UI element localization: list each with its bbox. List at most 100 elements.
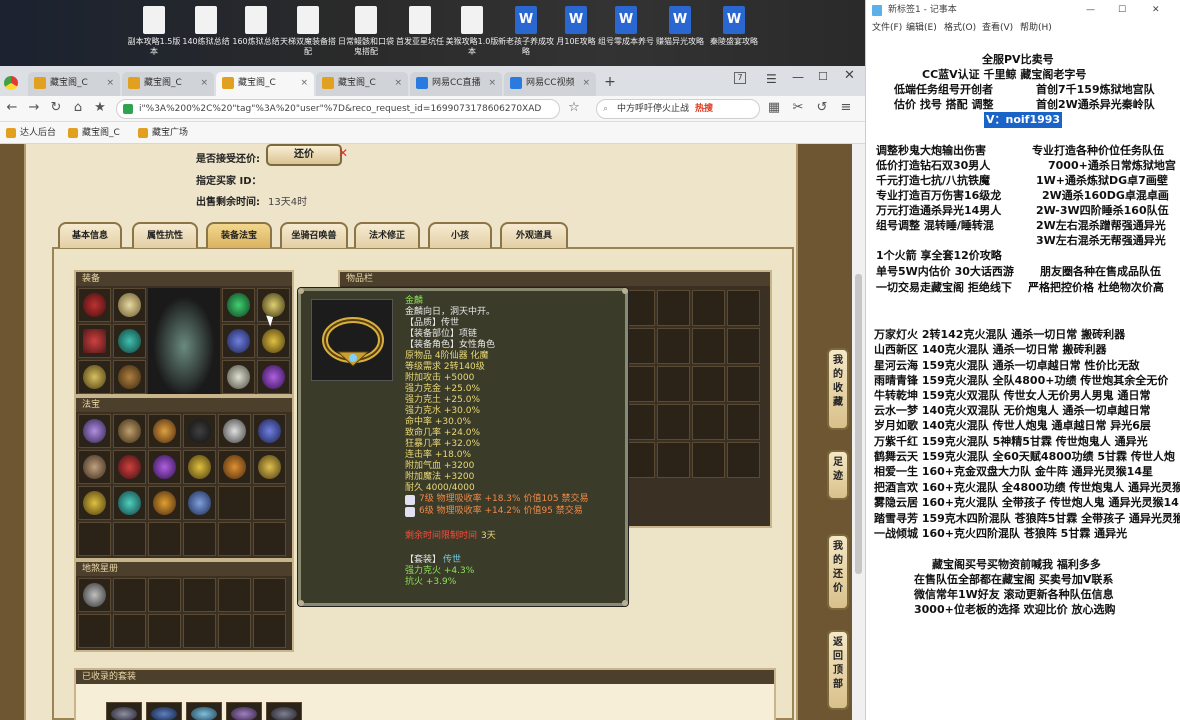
tab-1[interactable]: 藏宝阁_C × <box>28 72 120 96</box>
item-slot[interactable] <box>183 578 216 612</box>
new-tab-button[interactable]: + <box>602 74 618 90</box>
browser-logo-icon[interactable] <box>4 76 18 90</box>
item-slot[interactable] <box>218 522 251 556</box>
item-slot[interactable] <box>113 450 146 484</box>
tab-mounts[interactable]: 坐骑召唤兽 <box>280 222 348 248</box>
close-window-icon[interactable]: ✕ <box>1152 0 1160 20</box>
item-slot[interactable] <box>183 486 216 520</box>
close-icon[interactable]: × <box>106 72 114 94</box>
reload-icon[interactable]: ↻ <box>48 100 64 116</box>
desktop-file-icon[interactable]: W 月10E攻略 <box>548 6 604 47</box>
tab-6[interactable]: 网易CC视频 × <box>504 72 596 96</box>
item-slot[interactable] <box>183 614 216 648</box>
item-slot[interactable] <box>78 450 111 484</box>
menu-edit[interactable]: 编辑(E) <box>906 20 937 36</box>
item-slot[interactable] <box>692 328 725 364</box>
item-slot[interactable] <box>113 578 146 612</box>
item-slot[interactable] <box>657 290 690 326</box>
forward-icon[interactable]: → <box>26 100 42 116</box>
item-slot[interactable] <box>113 522 146 556</box>
desktop-file-icon[interactable]: W 新老孩子养成攻略 <box>498 6 554 57</box>
maximize-icon[interactable]: ☐ <box>818 70 832 84</box>
bookmark-item[interactable]: 达人后台 <box>6 126 56 140</box>
back-icon[interactable]: ← <box>4 100 20 116</box>
item-slot[interactable] <box>183 522 216 556</box>
item-slot[interactable] <box>218 578 251 612</box>
equip-slot[interactable] <box>113 288 146 322</box>
tab-equipment[interactable]: 装备法宝 <box>206 222 272 248</box>
tab-attributes[interactable]: 属性抗性 <box>132 222 198 248</box>
url-input[interactable]: i"%3A%200%2C%20"tag"%3A%20"user"%7D&reco… <box>116 99 560 119</box>
pin-icon[interactable]: ☰ <box>766 72 780 86</box>
equip-slot[interactable] <box>113 360 146 394</box>
item-slot[interactable] <box>148 578 181 612</box>
equip-slot[interactable] <box>257 324 290 358</box>
apps-grid-icon[interactable]: ▦ <box>766 100 782 116</box>
item-slot[interactable] <box>657 366 690 402</box>
item-slot[interactable] <box>113 486 146 520</box>
favorites-icon[interactable]: ★ <box>92 100 108 116</box>
item-slot[interactable] <box>148 486 181 520</box>
menu-file[interactable]: 文件(F) <box>872 20 902 36</box>
tab-appearance[interactable]: 外观道具 <box>500 222 568 248</box>
desktop-file-icon[interactable]: W 赚猫异光攻略 <box>652 6 708 47</box>
maximize-icon[interactable]: ☐ <box>1118 0 1126 20</box>
item-slot[interactable] <box>218 414 251 448</box>
item-slot[interactable] <box>183 450 216 484</box>
item-slot[interactable] <box>727 404 760 440</box>
close-icon[interactable]: × <box>300 72 308 94</box>
item-slot[interactable] <box>253 486 286 520</box>
item-slot[interactable] <box>78 578 111 612</box>
desktop-file-icon[interactable]: 首发亚星坑任 <box>392 6 448 47</box>
item-slot[interactable] <box>218 614 251 648</box>
item-slot[interactable] <box>148 522 181 556</box>
item-slot[interactable] <box>692 442 725 478</box>
tab-3[interactable]: 藏宝阁_C × <box>216 72 314 96</box>
item-slot[interactable] <box>78 414 111 448</box>
item-slot[interactable] <box>253 414 286 448</box>
tab-2[interactable]: 藏宝阁_C × <box>122 72 214 96</box>
close-icon[interactable]: × <box>488 72 496 94</box>
desktop-file-icon[interactable]: 160炼狱总结 <box>228 6 284 47</box>
item-slot[interactable] <box>113 414 146 448</box>
item-slot[interactable] <box>657 442 690 478</box>
item-slot[interactable] <box>266 702 302 720</box>
item-slot[interactable] <box>148 450 181 484</box>
offer-button[interactable]: 还价 <box>266 144 342 166</box>
tab-list-icon[interactable]: 7 <box>734 72 746 84</box>
tab-basic-info[interactable]: 基本信息 <box>58 222 122 248</box>
equip-slot[interactable] <box>78 360 111 394</box>
equip-slot[interactable] <box>222 360 255 394</box>
item-slot[interactable] <box>186 702 222 720</box>
equip-slot[interactable] <box>78 288 111 322</box>
menu-format[interactable]: 格式(O) <box>944 20 976 36</box>
item-slot[interactable] <box>253 450 286 484</box>
equip-slot[interactable] <box>257 288 290 322</box>
item-slot[interactable] <box>78 486 111 520</box>
item-slot[interactable] <box>226 702 262 720</box>
item-slot[interactable] <box>218 450 251 484</box>
equip-slot[interactable] <box>78 324 111 358</box>
item-slot[interactable] <box>148 414 181 448</box>
desktop-file-icon[interactable]: 日常鳗骸和口袋鬼搭配 <box>338 6 394 57</box>
item-slot[interactable] <box>657 328 690 364</box>
item-slot[interactable] <box>253 578 286 612</box>
tab-5[interactable]: 网易CC直播 × <box>410 72 502 96</box>
item-slot[interactable] <box>78 614 111 648</box>
desktop-file-icon[interactable]: 美猴攻略1.0版本 <box>444 6 500 57</box>
item-slot[interactable] <box>146 702 182 720</box>
desktop-file-icon[interactable]: W 秦陵盛宴攻略 <box>706 6 762 47</box>
equip-slot[interactable] <box>222 288 255 322</box>
item-slot[interactable] <box>727 328 760 364</box>
item-slot[interactable] <box>183 414 216 448</box>
equip-slot[interactable] <box>222 324 255 358</box>
close-icon[interactable]: × <box>582 72 590 94</box>
item-slot[interactable] <box>218 486 251 520</box>
item-slot[interactable] <box>727 290 760 326</box>
footprint-button[interactable]: 足迹 <box>827 450 849 500</box>
item-slot[interactable] <box>106 702 142 720</box>
item-slot[interactable] <box>692 404 725 440</box>
my-offers-button[interactable]: 我的还价 <box>827 534 849 610</box>
back-to-top-button[interactable]: 返回顶部 <box>827 630 849 710</box>
minimize-icon[interactable]: — <box>1086 0 1095 20</box>
